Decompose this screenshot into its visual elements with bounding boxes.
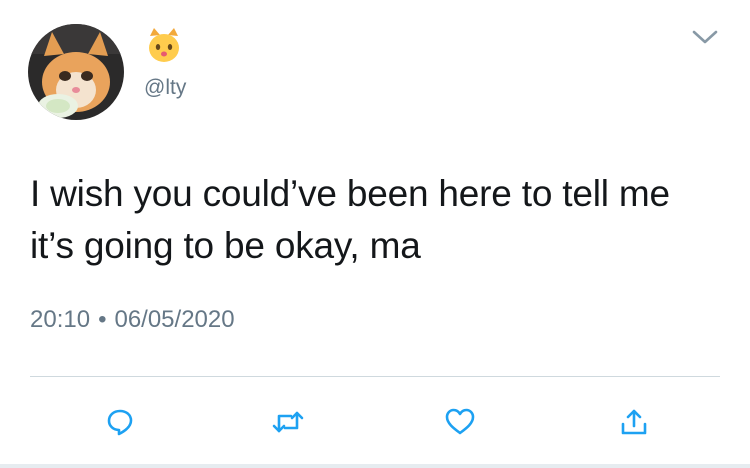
tweet-actions <box>0 398 750 446</box>
reply-icon <box>107 409 133 436</box>
retweet-icon <box>272 411 304 433</box>
tweet-timestamp: 20:10 • 06/05/2020 <box>30 306 235 334</box>
divider <box>30 376 720 377</box>
tweet-date[interactable]: 06/05/2020 <box>114 306 234 333</box>
share-button[interactable] <box>610 398 658 446</box>
like-button[interactable] <box>436 398 484 446</box>
chevron-down-icon[interactable] <box>690 26 720 48</box>
cat-avatar-image <box>28 24 124 120</box>
tweet-time[interactable]: 20:10 <box>30 306 90 333</box>
like-icon <box>445 408 475 435</box>
share-icon <box>621 409 647 435</box>
separator-dot: • <box>98 306 107 333</box>
user-handle[interactable]: @lty <box>144 76 186 100</box>
avatar[interactable] <box>28 24 124 120</box>
retweet-button[interactable] <box>264 398 312 446</box>
reply-button[interactable] <box>96 398 144 446</box>
cat-face-emoji-icon <box>144 26 184 66</box>
bottom-border <box>0 464 750 468</box>
tweet-text: I wish you could’ve been here to tell me… <box>30 173 670 266</box>
